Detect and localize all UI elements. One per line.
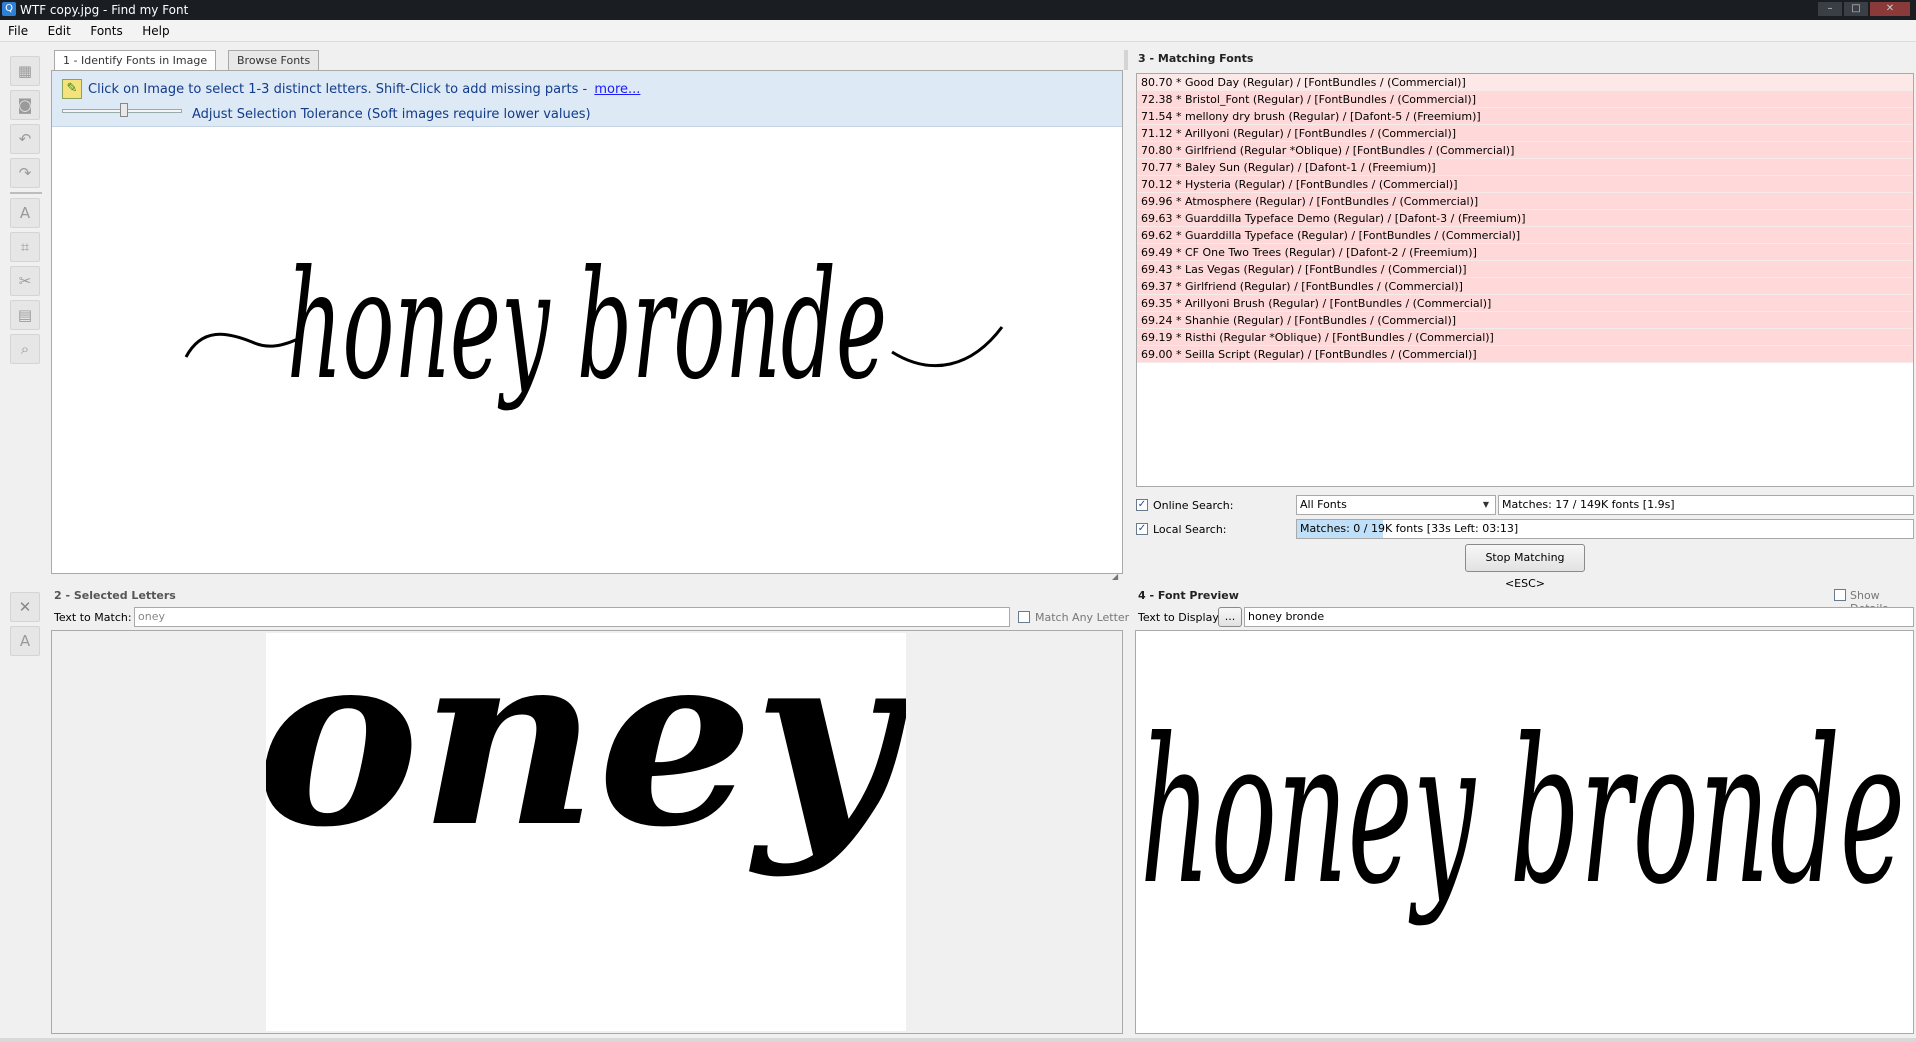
resize-grip[interactable]: ◢ bbox=[1112, 572, 1122, 581]
panel4-title: 4 - Font Preview bbox=[1138, 589, 1239, 602]
undo-icon[interactable]: ↶ bbox=[10, 124, 40, 154]
minimize-button[interactable]: – bbox=[1818, 2, 1842, 16]
match-row[interactable]: 71.54 * mellony dry brush (Regular) / [D… bbox=[1137, 108, 1913, 125]
match-row[interactable]: 70.80 * Girlfriend (Regular *Oblique) / … bbox=[1137, 142, 1913, 159]
left-toolbar: ▦ ◙ ↶ ↷ A ⌗ ✂ ▤ ⌕ bbox=[8, 54, 44, 368]
image-panel[interactable]: ✎ Click on Image to select 1-3 distinct … bbox=[51, 70, 1123, 574]
chevron-down-icon[interactable]: ▼ bbox=[1479, 498, 1493, 512]
status-bar bbox=[0, 1038, 1916, 1042]
online-search-checkbox[interactable]: ✓ bbox=[1136, 499, 1148, 511]
text-to-match-label: Text to Match: bbox=[54, 611, 132, 624]
match-row[interactable]: 80.70 * Good Day (Regular) / [FontBundle… bbox=[1137, 74, 1913, 91]
local-search-checkbox[interactable]: ✓ bbox=[1136, 523, 1148, 535]
splitter-handle[interactable] bbox=[1124, 50, 1128, 70]
match-row[interactable]: 69.35 * Arillyoni Brush (Regular) / [Fon… bbox=[1137, 295, 1913, 312]
online-search-label: Online Search: bbox=[1153, 499, 1234, 512]
show-details-checkbox[interactable] bbox=[1834, 589, 1846, 601]
ellipsis-button[interactable]: ... bbox=[1218, 607, 1242, 627]
match-row[interactable]: 69.24 * Shanhie (Regular) / [FontBundles… bbox=[1137, 312, 1913, 329]
preview-text: honey bronde bbox=[1140, 696, 1905, 929]
tab-browse-fonts[interactable]: Browse Fonts bbox=[228, 50, 320, 70]
source-image[interactable]: honey bronde bbox=[52, 127, 1122, 573]
horizontal-splitter[interactable] bbox=[0, 580, 1916, 584]
selected-letters-text: oney bbox=[266, 633, 906, 880]
instruction-text: Click on Image to select 1-3 distinct le… bbox=[88, 82, 588, 97]
selection-tool-icon[interactable]: ✎ bbox=[62, 79, 82, 99]
left-swash bbox=[184, 332, 303, 358]
camera-icon[interactable]: ◙ bbox=[10, 90, 40, 120]
toolbar-divider bbox=[10, 192, 42, 194]
match-row[interactable]: 70.77 * Baley Sun (Regular) / [Dafont-1 … bbox=[1137, 159, 1913, 176]
cut-icon[interactable]: ✂ bbox=[10, 266, 40, 296]
selected-letters-image: oney bbox=[266, 633, 906, 1031]
match-row[interactable]: 70.12 * Hysteria (Regular) / [FontBundle… bbox=[1137, 176, 1913, 193]
zoom-icon[interactable]: ⌕ bbox=[10, 334, 40, 364]
panel2-title: 2 - Selected Letters bbox=[54, 589, 176, 602]
selected-letters-panel: oney bbox=[51, 630, 1123, 1034]
local-status-text: Matches: 0 / 19K fonts [33s Left: 03:13] bbox=[1300, 522, 1519, 535]
stop-matching-button[interactable]: Stop Matching <ESC> bbox=[1465, 544, 1585, 590]
text-to-display-label: Text to Display: bbox=[1138, 611, 1222, 624]
identify-icon[interactable]: ▦ bbox=[10, 56, 40, 86]
match-row[interactable]: 69.49 * CF One Two Trees (Regular) / [Da… bbox=[1137, 244, 1913, 261]
match-row[interactable]: 69.19 * Risthi (Regular *Oblique) / [Fon… bbox=[1137, 329, 1913, 346]
menu-fonts[interactable]: Fonts bbox=[82, 20, 130, 42]
text-to-match-input[interactable]: oney bbox=[134, 607, 1010, 627]
crop-icon[interactable]: ⌗ bbox=[10, 232, 40, 262]
match-any-letter-checkbox[interactable] bbox=[1018, 611, 1030, 623]
right-swash bbox=[891, 326, 1004, 368]
tolerance-label: Adjust Selection Tolerance (Soft images … bbox=[192, 107, 591, 122]
redo-icon[interactable]: ↷ bbox=[10, 158, 40, 188]
menu-bar: File Edit Fonts Help bbox=[0, 20, 1916, 42]
menu-edit[interactable]: Edit bbox=[40, 20, 79, 42]
maximize-button[interactable]: □ bbox=[1844, 2, 1868, 16]
match-row[interactable]: 69.00 * Seilla Script (Regular) / [FontB… bbox=[1137, 346, 1913, 363]
instruction-area: ✎ Click on Image to select 1-3 distinct … bbox=[52, 71, 1122, 127]
text-to-display-input[interactable]: honey bronde bbox=[1244, 607, 1914, 627]
more-link[interactable]: more... bbox=[594, 82, 640, 97]
online-source-value: All Fonts bbox=[1300, 498, 1347, 511]
window-title: WTF copy.jpg - Find my Font bbox=[20, 3, 189, 17]
close-button[interactable]: ✕ bbox=[1870, 2, 1910, 16]
matching-fonts-list[interactable]: 80.70 * Good Day (Regular) / [FontBundle… bbox=[1136, 73, 1914, 487]
menu-file[interactable]: File bbox=[0, 20, 36, 42]
font-preview-image: honey bronde bbox=[1140, 696, 1905, 929]
menu-help[interactable]: Help bbox=[134, 20, 177, 42]
tolerance-slider-thumb[interactable] bbox=[120, 103, 128, 117]
match-row[interactable]: 71.12 * Arillyoni (Regular) / [FontBundl… bbox=[1137, 125, 1913, 142]
online-status-field: Matches: 17 / 149K fonts [1.9s] bbox=[1498, 495, 1914, 515]
local-status-field: Matches: 0 / 19K fonts [33s Left: 03:13] bbox=[1296, 519, 1914, 539]
clear-letters-icon[interactable]: ✕ bbox=[10, 592, 40, 622]
match-row[interactable]: 69.96 * Atmosphere (Regular) / [FontBund… bbox=[1137, 193, 1913, 210]
local-search-label: Local Search: bbox=[1153, 523, 1227, 536]
match-row[interactable]: 69.37 * Girlfriend (Regular) / [FontBund… bbox=[1137, 278, 1913, 295]
image-icon[interactable]: ▤ bbox=[10, 300, 40, 330]
panel3-title: 3 - Matching Fonts bbox=[1138, 52, 1254, 65]
match-row[interactable]: 72.38 * Bristol_Font (Regular) / [FontBu… bbox=[1137, 91, 1913, 108]
magnifier-icon: Q bbox=[2, 2, 16, 16]
match-any-letter-label: Match Any Letter bbox=[1035, 611, 1130, 624]
match-row[interactable]: 69.62 * Guarddilla Typeface (Regular) / … bbox=[1137, 227, 1913, 244]
title-bar: Q WTF copy.jpg - Find my Font – □ ✕ bbox=[0, 0, 1916, 20]
add-letter-icon[interactable]: A bbox=[10, 198, 40, 228]
add-letter-icon-2[interactable]: A bbox=[10, 626, 40, 656]
online-source-select[interactable]: All Fonts ▼ bbox=[1296, 495, 1496, 515]
font-preview-panel: honey bronde bbox=[1135, 630, 1914, 1034]
match-row[interactable]: 69.43 * Las Vegas (Regular) / [FontBundl… bbox=[1137, 261, 1913, 278]
match-row[interactable]: 69.63 * Guarddilla Typeface Demo (Regula… bbox=[1137, 210, 1913, 227]
tab-identify-fonts[interactable]: 1 - Identify Fonts in Image bbox=[54, 50, 217, 70]
image-text: honey bronde bbox=[287, 239, 887, 413]
